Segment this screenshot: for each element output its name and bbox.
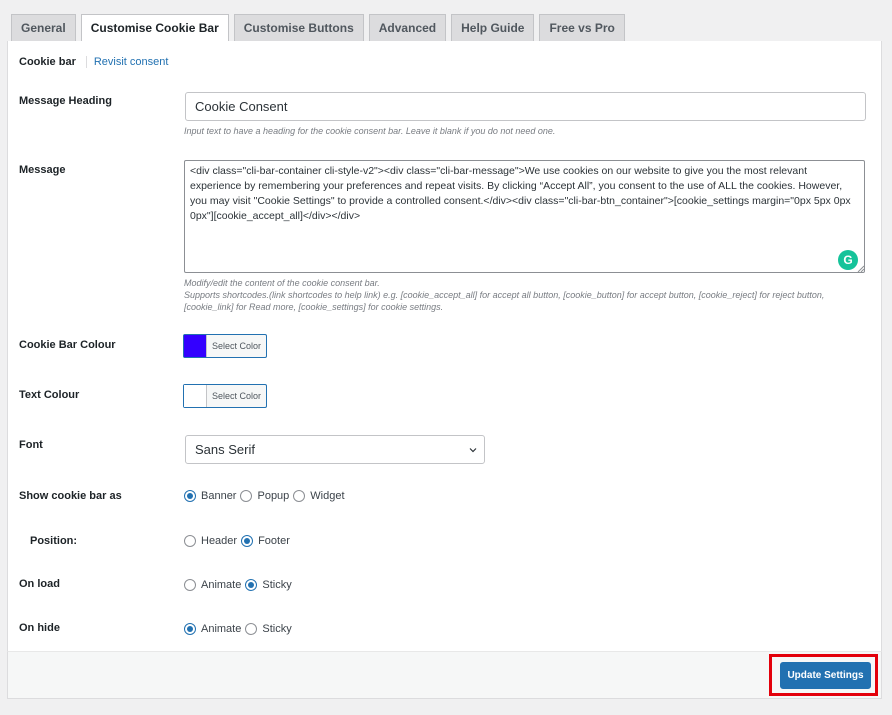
grammarly-icon[interactable]: G [838,250,858,270]
cookie-bar-colour-button-label: Select Color [211,341,262,351]
on-load-options: Animate Sticky [184,578,296,592]
show-as-widget-radio[interactable] [293,490,306,502]
text-colour-button-label: Select Color [211,391,262,401]
settings-panel: Cookie bar Revisit consent Message Headi… [7,41,882,651]
position-options: Header Footer [184,534,294,548]
chevron-down-icon [469,448,477,453]
text-colour-picker[interactable]: Select Color [183,384,267,408]
font-select-value: Sans Serif [195,442,255,457]
on-load-sticky-label: Sticky [262,579,292,591]
sub-navigation: Cookie bar Revisit consent [19,54,168,70]
on-hide-options: Animate Sticky [184,622,296,636]
resize-grip-icon[interactable] [857,265,865,273]
show-as-banner-label: Banner [201,490,237,502]
message-textarea[interactable]: <div class="cli-bar-container cli-style-… [184,160,865,273]
settings-footer [7,651,882,699]
text-colour-label: Text Colour [19,389,80,401]
update-settings-button[interactable]: Update Settings [780,662,871,689]
tab-customise-cookie-bar[interactable]: Customise Cookie Bar [80,14,229,42]
on-hide-label: On hide [19,622,60,634]
text-colour-swatch [184,385,207,407]
on-load-label: On load [19,578,60,590]
position-footer-radio[interactable] [241,535,254,547]
show-as-popup-radio[interactable] [240,490,253,502]
message-heading-label: Message Heading [19,95,112,107]
tab-general[interactable]: General [11,14,76,41]
settings-tabs: General Customise Cookie Bar Customise B… [11,14,630,42]
message-help: Modify/edit the content of the cookie co… [184,277,844,313]
tab-customise-buttons[interactable]: Customise Buttons [233,14,364,41]
tab-help-guide[interactable]: Help Guide [451,14,535,41]
position-footer-label: Footer [258,535,290,547]
on-hide-sticky-label: Sticky [262,623,292,635]
on-hide-animate-label: Animate [201,623,242,635]
on-hide-sticky-radio[interactable] [245,623,258,635]
cookie-bar-colour-swatch [184,335,207,357]
subnav-revisit-consent[interactable]: Revisit consent [87,56,169,68]
show-as-widget-label: Widget [310,490,345,502]
cookie-bar-colour-picker[interactable]: Select Color [183,334,267,358]
on-hide-animate-radio[interactable] [184,623,196,635]
font-select[interactable]: Sans Serif [185,435,485,464]
tab-free-vs-pro[interactable]: Free vs Pro [539,14,625,41]
on-load-animate-label: Animate [201,579,242,591]
show-as-banner-radio[interactable] [184,490,196,502]
message-heading-input[interactable] [185,92,866,121]
on-load-animate-radio[interactable] [184,579,196,591]
position-header-radio[interactable] [184,535,196,547]
show-as-options: Banner Popup Widget [184,489,349,503]
message-label: Message [19,164,66,176]
on-load-sticky-radio[interactable] [245,579,258,591]
font-label: Font [19,439,43,451]
message-heading-help: Input text to have a heading for the coo… [184,126,556,136]
cookie-bar-colour-label: Cookie Bar Colour [19,339,116,351]
position-header-label: Header [201,535,238,547]
message-help-line1: Modify/edit the content of the cookie co… [184,278,380,288]
tab-advanced[interactable]: Advanced [368,14,447,41]
show-as-label: Show cookie bar as [19,490,122,502]
message-help-line2: Supports shortcodes.(link shortcodes to … [184,290,825,312]
position-label: Position: [30,535,78,547]
show-as-popup-label: Popup [257,490,290,502]
subnav-cookie-bar[interactable]: Cookie bar [19,56,87,68]
